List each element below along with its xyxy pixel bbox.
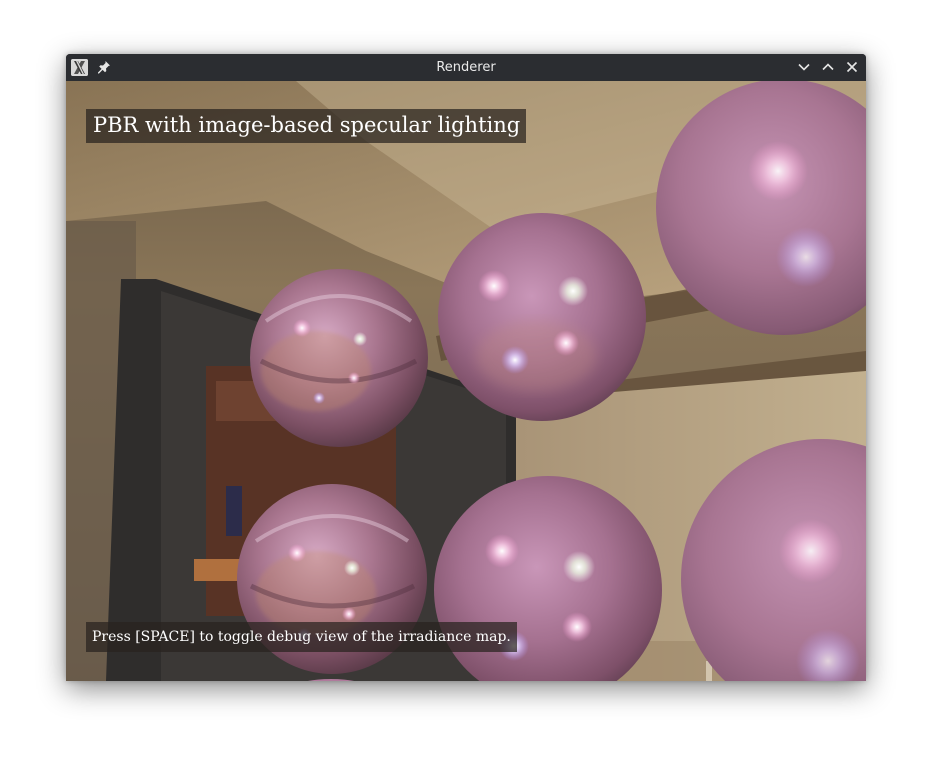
overlay-hint: Press [SPACE] to toggle debug view of th…: [86, 622, 517, 652]
render-viewport[interactable]: PBR with image-based specular lighting P…: [66, 81, 866, 681]
titlebar[interactable]: Renderer: [66, 54, 866, 81]
window-title: Renderer: [436, 60, 496, 75]
close-icon: [846, 61, 858, 73]
chevron-up-icon: [822, 63, 834, 71]
close-button[interactable]: [844, 59, 860, 75]
sphere-mirror-top: [250, 269, 428, 447]
maximize-button[interactable]: [820, 59, 836, 75]
renderer-window: Renderer PBR with image-based specular l…: [66, 54, 866, 681]
minimize-button[interactable]: [796, 59, 812, 75]
scene-canvas: [66, 81, 866, 681]
overlay-heading: PBR with image-based specular lighting: [86, 109, 527, 143]
sphere-glossy-top: [438, 213, 646, 421]
chevron-down-icon: [798, 63, 810, 71]
